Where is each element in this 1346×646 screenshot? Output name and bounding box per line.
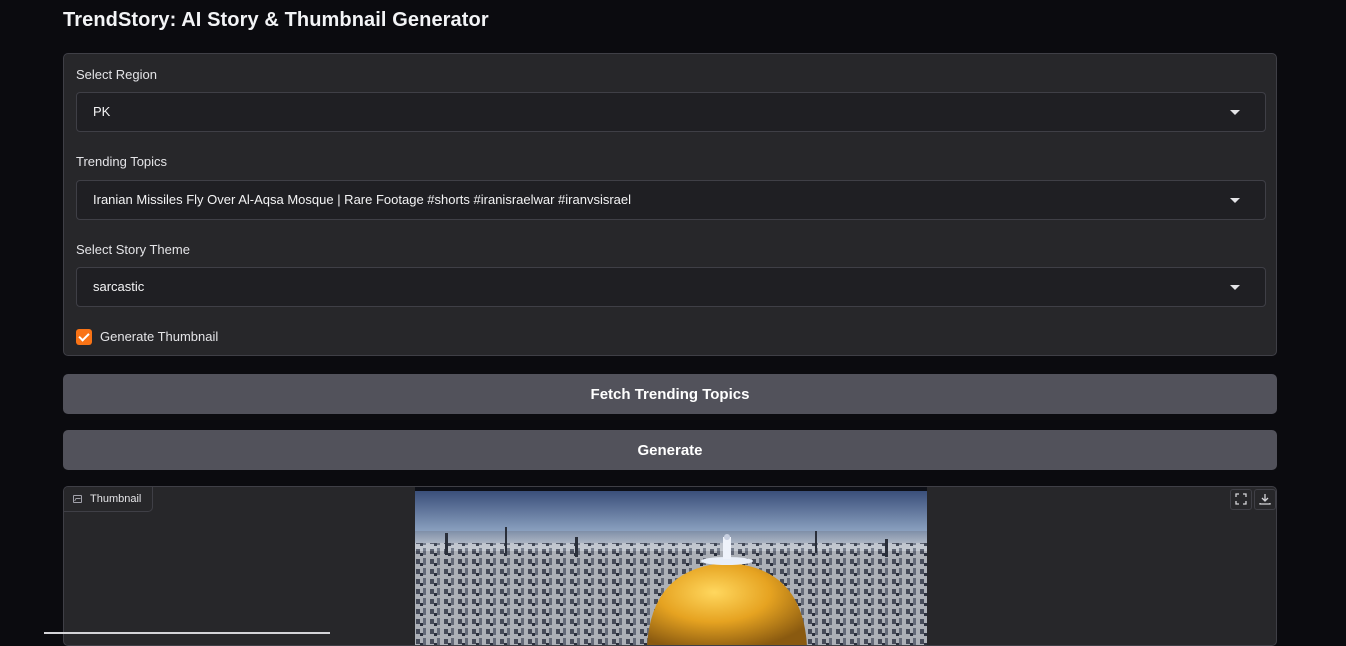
download-button[interactable] xyxy=(1254,489,1276,510)
topics-label: Trending Topics xyxy=(76,154,168,169)
topics-value: Iranian Missiles Fly Over Al-Aqsa Mosque… xyxy=(93,192,632,207)
fullscreen-icon xyxy=(1235,493,1247,505)
thumbnail-tab: Thumbnail xyxy=(64,487,153,512)
region-value: PK xyxy=(93,104,111,119)
form-panel: Select Region PK Trending Topics Iranian… xyxy=(63,53,1277,356)
theme-dropdown[interactable]: sarcastic xyxy=(76,267,1266,307)
image-icon xyxy=(73,495,82,503)
fetch-trending-topics-button[interactable]: Fetch Trending Topics xyxy=(63,374,1277,414)
thumbnail-panel: Thumbnail xyxy=(63,486,1277,646)
chevron-down-icon xyxy=(1230,198,1240,203)
generate-thumbnail-label[interactable]: Generate Thumbnail xyxy=(100,329,218,344)
download-icon xyxy=(1259,494,1271,505)
chevron-down-icon xyxy=(1230,285,1240,290)
region-dropdown[interactable]: PK xyxy=(76,92,1266,132)
thumbnail-image xyxy=(415,487,927,645)
chevron-down-icon xyxy=(1230,110,1240,115)
generate-thumbnail-checkbox[interactable] xyxy=(76,329,92,345)
theme-label: Select Story Theme xyxy=(76,242,190,257)
generate-button[interactable]: Generate xyxy=(63,430,1277,470)
check-icon xyxy=(78,329,90,342)
app-title: TrendStory: AI Story & Thumbnail Generat… xyxy=(63,9,489,31)
fullscreen-button[interactable] xyxy=(1230,489,1252,510)
region-label: Select Region xyxy=(76,67,157,82)
topics-dropdown[interactable]: Iranian Missiles Fly Over Al-Aqsa Mosque… xyxy=(76,180,1266,220)
thumbnail-tab-label: Thumbnail xyxy=(90,493,142,505)
theme-value: sarcastic xyxy=(93,279,145,294)
